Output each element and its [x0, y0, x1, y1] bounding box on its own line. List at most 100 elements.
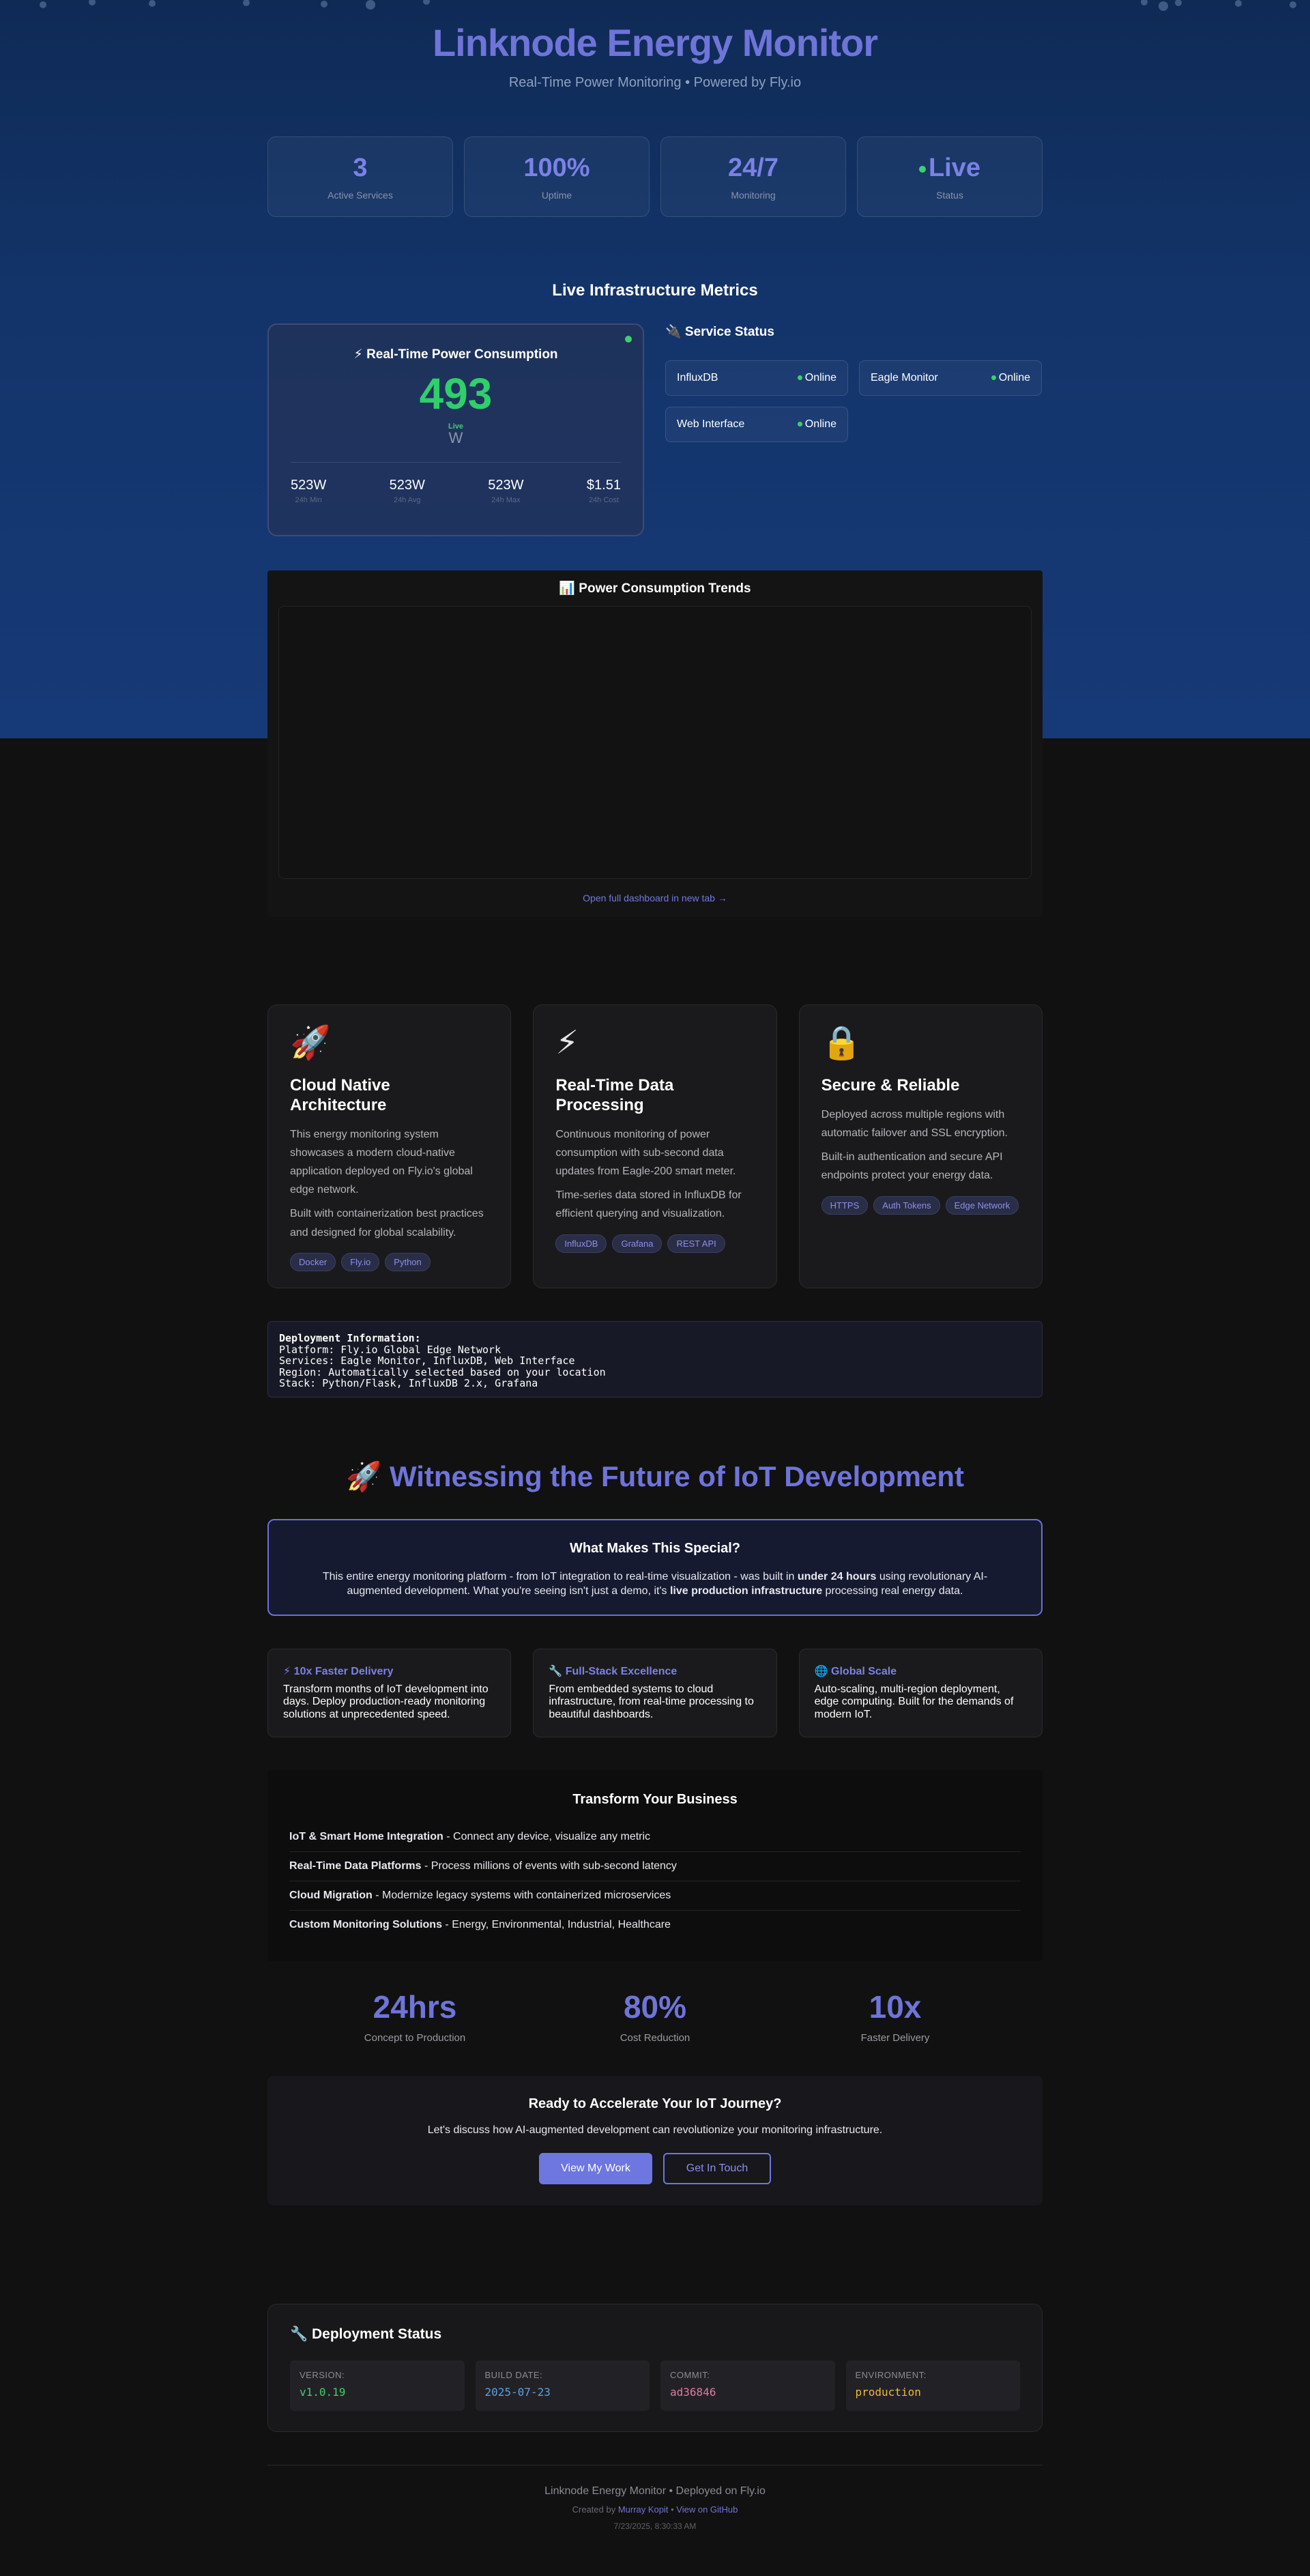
cta-title: Ready to Accelerate Your IoT Journey?: [528, 2096, 782, 2111]
benefit-card-scale: 🌐 Global Scale Auto-scaling, multi-regio…: [798, 1649, 1043, 1737]
tag: Edge Network: [945, 1196, 1019, 1215]
feature-text: Continuous monitoring of power consumpti…: [555, 1128, 736, 1177]
page-subtitle: Real-Time Power Monitoring • Powered by …: [508, 75, 802, 90]
metrics-row: 24hrs Concept to Production 80% Cost Red…: [267, 1991, 1043, 2044]
special-callout: What Makes This Special? This entire ene…: [267, 1519, 1043, 1616]
lock-icon: 🔒: [821, 1025, 862, 1061]
stat-card-services: 3 Active Services: [267, 136, 453, 217]
benefit-cards: ⚡ 10x Faster Delivery Transform months o…: [267, 1649, 1043, 1737]
benefit-card-fullstack: 🔧 Full-Stack Excellence From embedded sy…: [533, 1649, 777, 1737]
power-stat-min: 523W 24h Min: [291, 478, 327, 504]
author-link[interactable]: Murray Kopit: [618, 2504, 669, 2515]
benefit-title: 🔧 Full-Stack Excellence: [549, 1666, 678, 1677]
benefit-title: 🌐 Global Scale: [814, 1666, 897, 1677]
feature-title: Secure & Reliable: [821, 1076, 960, 1095]
power-card: ⚡ Real-Time Power Consumption 493 Live W…: [267, 323, 644, 536]
metric-label: Cost Reduction: [620, 2032, 690, 2044]
live-dot-icon: [918, 165, 926, 173]
deploy-line: Region: Automatically selected based on …: [279, 1365, 606, 1378]
feature-text: This energy monitoring system showcases …: [290, 1128, 473, 1196]
view-work-button[interactable]: View My Work: [539, 2153, 652, 2184]
feature-card-cloud: 🚀 Cloud Native Architecture This energy …: [267, 1004, 512, 1288]
get-in-touch-button[interactable]: Get In Touch: [663, 2153, 771, 2184]
metric-value: 10x: [869, 1989, 922, 2025]
metric-value: 80%: [623, 1989, 687, 2025]
feature-text: Time-series data stored in InfluxDB for …: [555, 1189, 742, 1220]
footer-credits: Created by Murray Kopit • View on GitHub: [572, 2504, 738, 2515]
feature-text: Deployed across multiple regions with au…: [821, 1108, 1008, 1139]
status-commit: COMMIT: ad36846: [660, 2360, 835, 2411]
status-title: 🔧 Deployment Status: [290, 2326, 442, 2342]
feature-card-realtime: ⚡ Real-Time Data Processing Continuous m…: [533, 1004, 777, 1288]
stat-label: Status: [936, 190, 963, 201]
infra-title: Live Infrastructure Metrics: [552, 281, 758, 300]
deployment-status: 🔧 Deployment Status VERSION: v1.0.19 BUI…: [267, 2304, 1043, 2432]
status-dot-icon: [797, 422, 802, 427]
status-value: v1.0.19: [300, 2386, 346, 2399]
status-value: 2025-07-23: [484, 2386, 551, 2399]
list-item: Real-Time Data Platforms - Process milli…: [289, 1852, 1021, 1881]
tag-list: HTTPS Auth Tokens Edge Network: [821, 1196, 1020, 1215]
open-dashboard-link[interactable]: Open full dashboard in new tab →: [267, 893, 1043, 903]
stat-label: Uptime: [541, 190, 572, 201]
benefit-card-speed: ⚡ 10x Faster Delivery Transform months o…: [267, 1649, 512, 1737]
tag: HTTPS: [821, 1196, 869, 1215]
metric-speed: 10x Faster Delivery: [806, 1991, 984, 2044]
feature-text: Built-in authentication and secure API e…: [821, 1151, 1003, 1182]
trends-embed[interactable]: [278, 606, 1032, 879]
list-item: Cloud Migration - Modernize legacy syste…: [289, 1881, 1021, 1911]
stat-label: Monitoring: [731, 190, 776, 201]
cta-text: Let's discuss how AI-augmented developme…: [427, 2124, 883, 2136]
special-text: This entire energy monitoring platform -…: [322, 1571, 988, 1597]
deploy-line: Services: Eagle Monitor, InfluxDB, Web I…: [279, 1355, 575, 1367]
github-link[interactable]: View on GitHub: [676, 2504, 738, 2515]
deployment-info: Deployment Information: Platform: Fly.io…: [267, 1321, 1043, 1398]
rocket-icon: 🚀: [290, 1025, 331, 1061]
feature-cards: 🚀 Cloud Native Architecture This energy …: [267, 1004, 1043, 1288]
status-dot-icon: [991, 375, 996, 381]
list-item: IoT & Smart Home Integration - Connect a…: [289, 1823, 1021, 1852]
deploy-line: Stack: Python/Flask, InfluxDB 2.x, Grafa…: [279, 1377, 538, 1389]
tag-list: Docker Fly.io Python: [290, 1252, 489, 1271]
list-item: Custom Monitoring Solutions - Energy, En…: [289, 1919, 671, 1930]
live-pulse-icon: [625, 336, 632, 343]
trends-panel: 📊 Power Consumption Trends Open full das…: [267, 570, 1043, 917]
power-value: 493: [419, 369, 493, 418]
tag-list: InfluxDB Grafana REST API: [555, 1234, 754, 1253]
power-unit: W: [448, 429, 463, 446]
stat-card-status: Live Status: [857, 136, 1043, 217]
tag: Grafana: [612, 1234, 663, 1253]
tag: REST API: [667, 1234, 725, 1253]
status-value: ad36846: [670, 2386, 716, 2399]
stat-value: 24/7: [728, 154, 778, 182]
metric-label: Faster Delivery: [860, 2032, 930, 2044]
service-item-eagle: Eagle Monitor Online: [859, 360, 1042, 396]
transform-title: Transform Your Business: [572, 1792, 738, 1807]
deploy-heading: Deployment Information:: [279, 1332, 421, 1344]
cta-buttons: View My Work Get In Touch: [267, 2153, 1043, 2184]
benefit-text: From embedded systems to cloud infrastru…: [549, 1683, 754, 1720]
power-stat-max: 523W 24h Max: [488, 478, 524, 504]
transform-section: Transform Your Business IoT & Smart Home…: [267, 1770, 1043, 1961]
stats-row: 3 Active Services 100% Uptime 24/7 Monit…: [267, 136, 1043, 217]
service-state: Online: [804, 372, 836, 383]
service-name: Eagle Monitor: [871, 372, 938, 383]
status-version: VERSION: v1.0.19: [290, 2360, 465, 2411]
status-value: production: [855, 2386, 921, 2399]
cta-section: Ready to Accelerate Your IoT Journey? Le…: [267, 2076, 1043, 2205]
tag: Python: [385, 1252, 431, 1271]
benefit-text: Transform months of IoT development into…: [283, 1683, 489, 1720]
power-stat-cost: $1.51 24h Cost: [586, 478, 621, 504]
power-stat-avg: 523W 24h Avg: [389, 478, 425, 504]
benefit-title: ⚡ 10x Faster Delivery: [283, 1666, 394, 1677]
tag: Docker: [290, 1252, 336, 1271]
benefit-text: Auto-scaling, multi-region deployment, e…: [814, 1683, 1014, 1720]
footer: Linknode Energy Monitor • Deployed on Fl…: [0, 2485, 1310, 2531]
transform-list: IoT & Smart Home Integration - Connect a…: [289, 1823, 1021, 1939]
metric-time: 24hrs Concept to Production: [326, 1991, 504, 2044]
metric-value: 24hrs: [373, 1989, 457, 2025]
status-environment: ENVIRONMENT: production: [845, 2360, 1020, 2411]
stat-value: 100%: [523, 154, 590, 182]
feature-text: Built with containerization best practic…: [290, 1208, 484, 1239]
stat-value: Live: [928, 154, 981, 182]
